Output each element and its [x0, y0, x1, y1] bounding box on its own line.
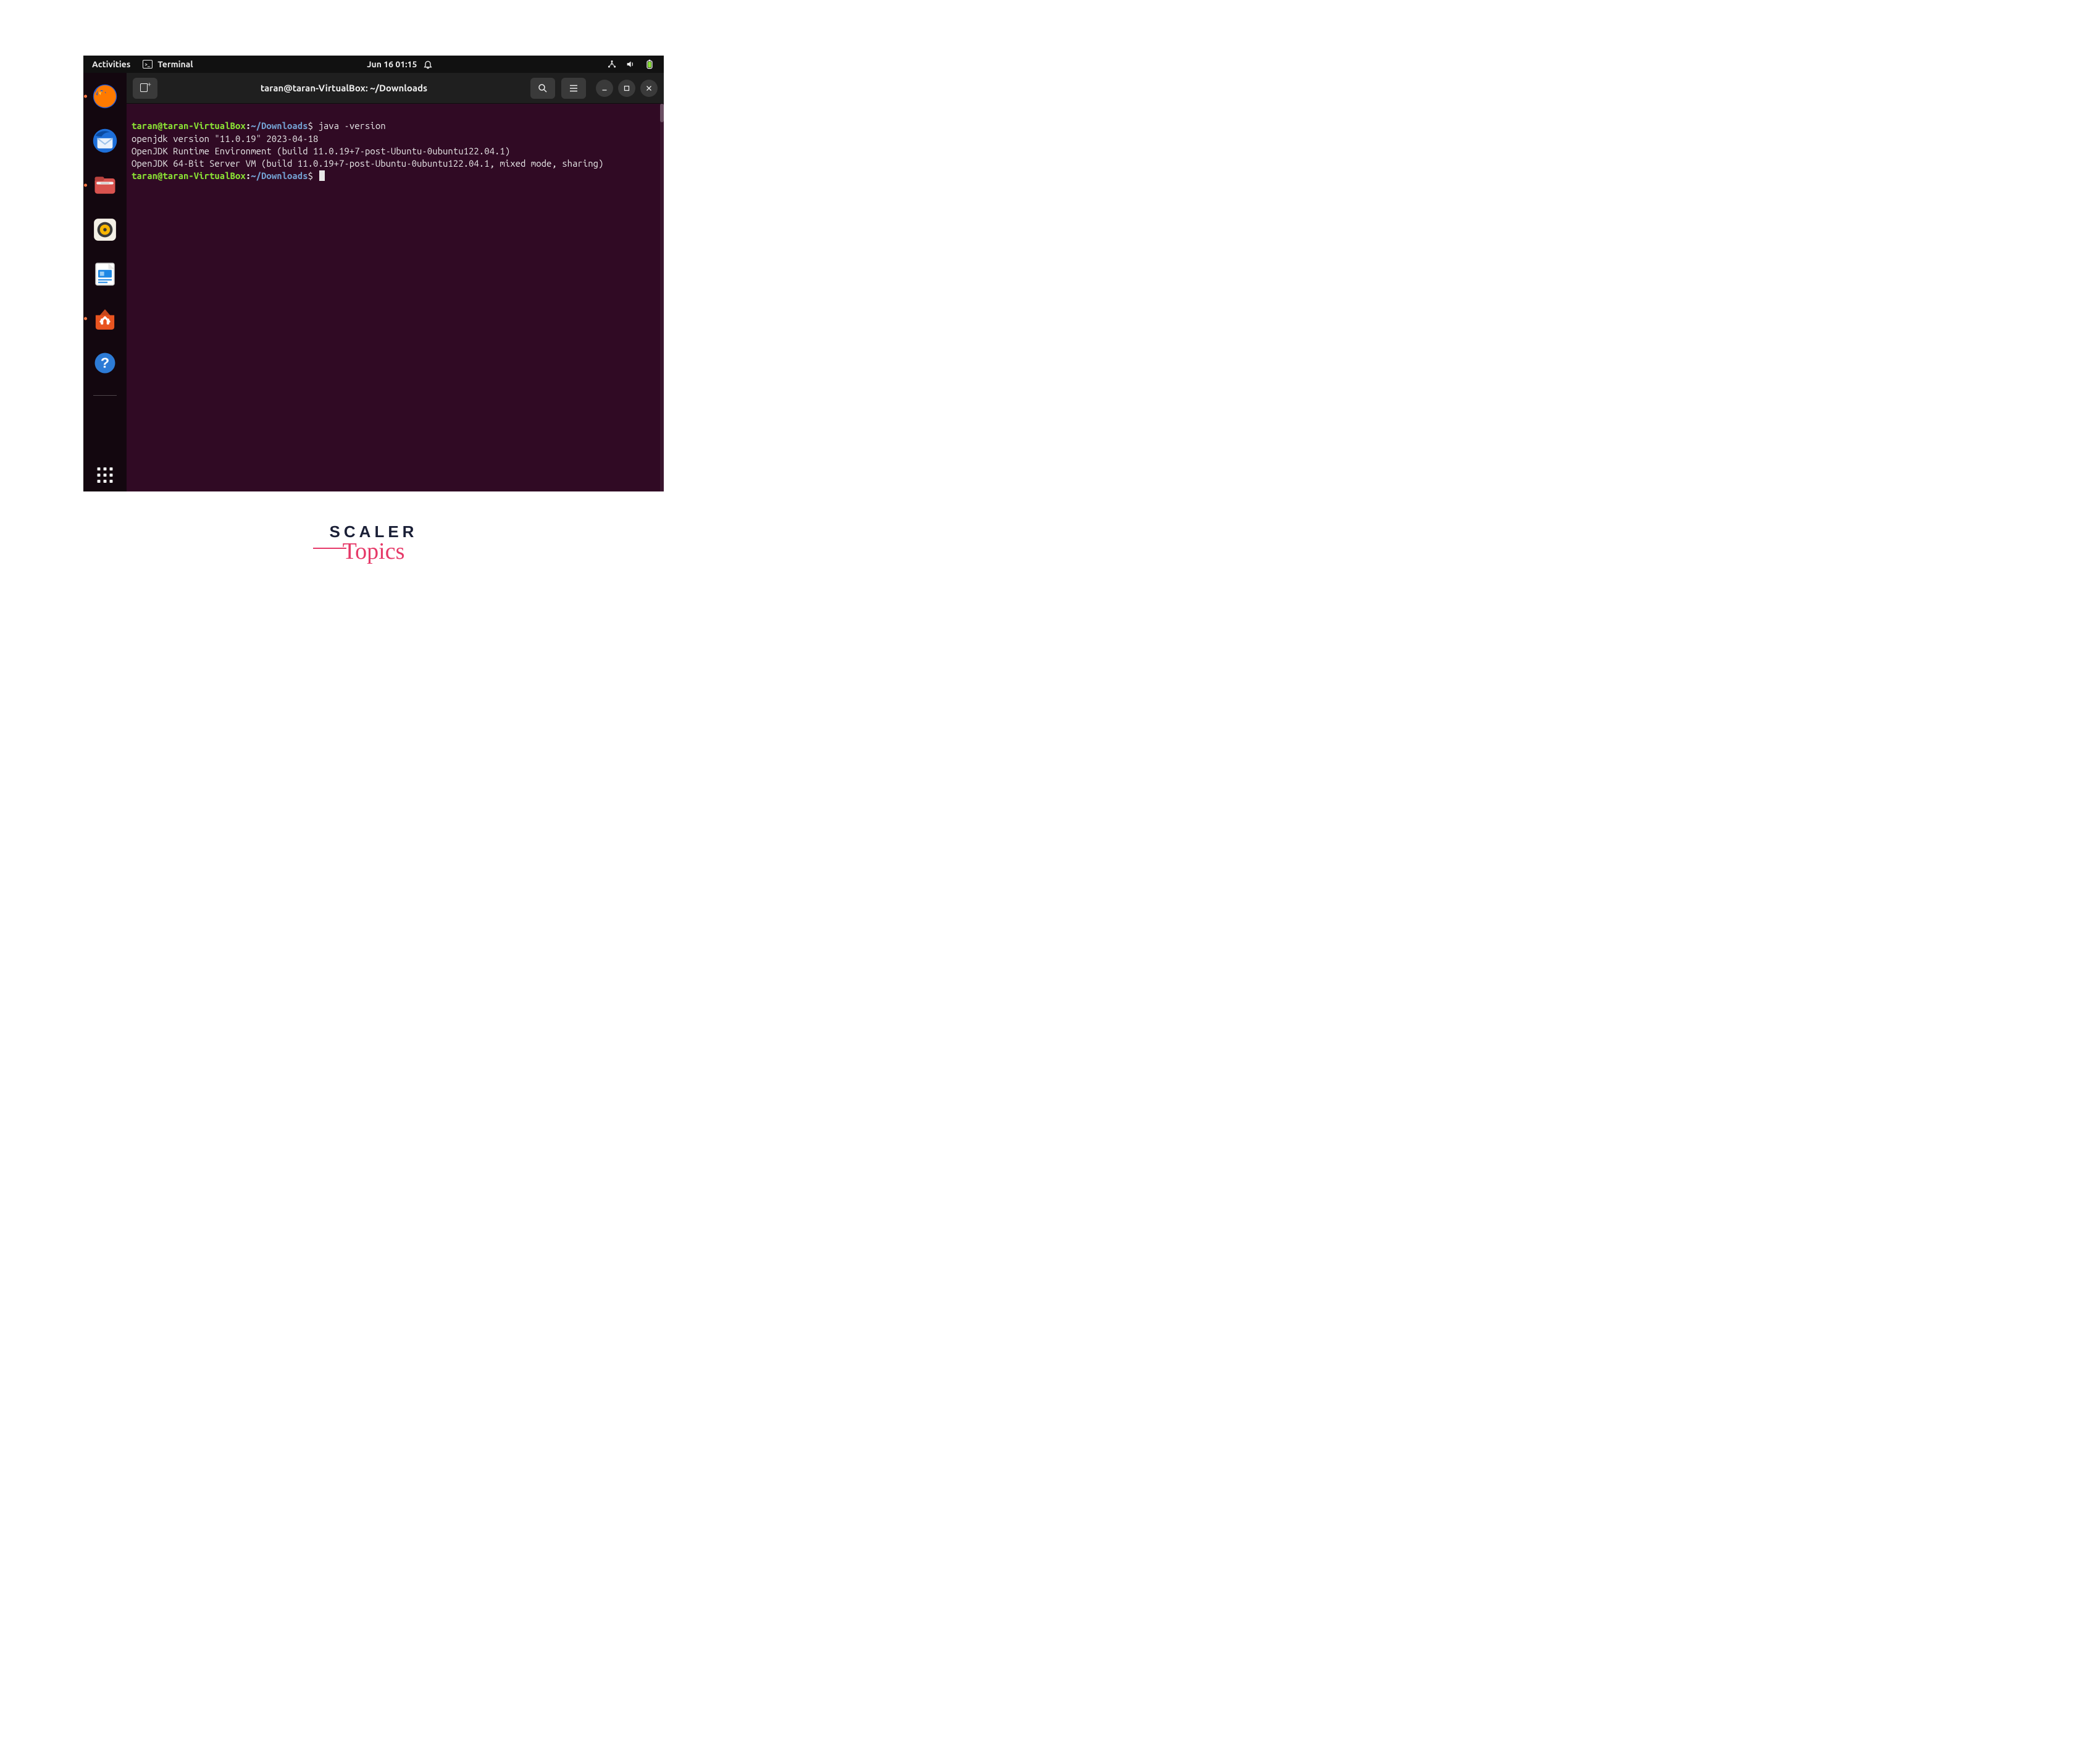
libreoffice-writer-icon [91, 261, 119, 288]
hamburger-icon [568, 83, 579, 94]
dock-item-thunderbird[interactable] [90, 126, 120, 156]
clock[interactable]: Jun 16 01:15 [367, 59, 417, 69]
ubuntu-desktop: Activities Terminal Jun 16 01:15 [83, 56, 664, 491]
topbar-app-label: Terminal [157, 59, 193, 69]
apps-grid-icon [98, 467, 113, 483]
maximize-button[interactable] [618, 80, 635, 97]
thunderbird-icon [91, 127, 119, 154]
gnome-topbar: Activities Terminal Jun 16 01:15 [83, 56, 664, 73]
close-icon [645, 85, 653, 92]
dock-item-libreoffice-writer[interactable] [90, 259, 120, 289]
branding-logo: SCALER Topics [83, 522, 664, 565]
dock-item-help[interactable]: ? [90, 348, 120, 378]
firefox-icon [91, 83, 119, 110]
dock-separator [93, 395, 117, 396]
activities-button[interactable]: Activities [92, 59, 130, 69]
window-title: taran@taran-VirtualBox: ~/Downloads [164, 83, 524, 93]
help-icon: ? [91, 349, 119, 377]
svg-text:?: ? [101, 355, 109, 371]
dock-item-ubuntu-software[interactable] [90, 304, 120, 333]
ubuntu-dock: ? [83, 73, 127, 491]
hamburger-menu-button[interactable] [561, 78, 586, 99]
dock-item-files[interactable] [90, 170, 120, 200]
search-icon [537, 83, 548, 94]
prompt-symbol: $ [308, 120, 313, 131]
prompt-user: taran@taran-VirtualBox [132, 170, 246, 181]
volume-icon [625, 59, 635, 69]
dock-item-rhythmbox[interactable] [90, 215, 120, 245]
notifications-icon[interactable] [423, 59, 433, 69]
output-line: OpenJDK Runtime Environment (build 11.0.… [132, 146, 510, 156]
ubuntu-software-icon [91, 305, 119, 332]
command-text: java -version [313, 120, 386, 131]
search-button[interactable] [530, 78, 555, 99]
network-icon [607, 59, 617, 69]
close-button[interactable] [640, 80, 658, 97]
terminal-scrollbar[interactable] [660, 104, 664, 491]
output-line: openjdk version "11.0.19" 2023-04-18 [132, 133, 318, 144]
terminal-window: taran@taran-VirtualBox: ~/Downloads [127, 73, 664, 491]
window-titlebar: taran@taran-VirtualBox: ~/Downloads [127, 73, 664, 104]
terminal-cursor [319, 170, 325, 181]
new-tab-button[interactable] [133, 78, 157, 99]
minimize-button[interactable] [596, 80, 613, 97]
terminal-body[interactable]: taran@taran-VirtualBox:~/Downloads$ java… [127, 104, 664, 491]
output-line: OpenJDK 64-Bit Server VM (build 11.0.19+… [132, 158, 603, 169]
dock-item-firefox[interactable] [90, 82, 120, 111]
prompt-path: ~/Downloads [251, 120, 307, 131]
topbar-app-menu[interactable]: Terminal [143, 59, 193, 69]
minimize-icon [601, 85, 608, 92]
system-status-area[interactable] [607, 59, 655, 69]
prompt-sep: : [246, 170, 251, 181]
prompt-symbol: $ [308, 170, 313, 181]
maximize-icon [623, 85, 630, 92]
prompt-path: ~/Downloads [251, 170, 307, 181]
prompt-sep: : [246, 120, 251, 131]
battery-icon [644, 59, 655, 69]
files-icon [91, 172, 119, 199]
new-tab-icon [140, 83, 150, 93]
prompt-user: taran@taran-VirtualBox [132, 120, 246, 131]
branding-line2: Topics [83, 538, 664, 565]
terminal-icon [143, 60, 153, 69]
show-applications-button[interactable] [98, 467, 113, 483]
rhythmbox-icon [91, 216, 119, 243]
